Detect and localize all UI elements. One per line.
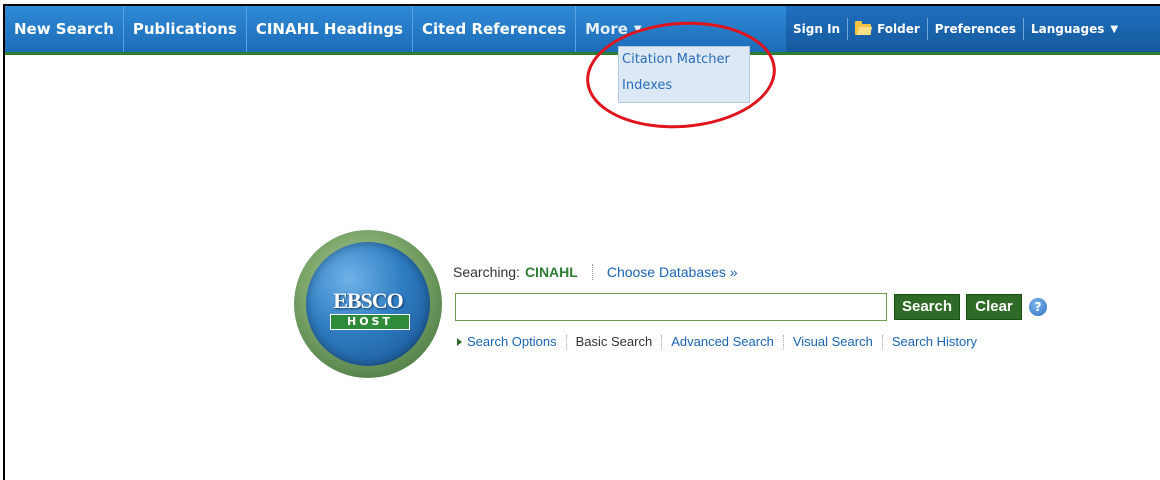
folder-icon	[855, 20, 872, 35]
user-toolbar: Sign In Folder Preferences Languages ▼	[786, 6, 1160, 52]
clear-button[interactable]: Clear	[966, 294, 1022, 320]
main-nav: New Search Publications CINAHL Headings …	[5, 6, 651, 52]
advanced-search-link[interactable]: Advanced Search	[662, 335, 784, 349]
searching-line: Searching: CINAHL Choose Databases »	[453, 264, 738, 280]
preferences-link[interactable]: Preferences	[928, 18, 1025, 40]
search-input[interactable]	[455, 293, 887, 321]
triangle-right-icon	[457, 338, 462, 346]
search-options-link[interactable]: Search Options	[457, 335, 567, 349]
folder-label: Folder	[877, 22, 920, 36]
search-history-link[interactable]: Search History	[883, 335, 986, 349]
languages-menu[interactable]: Languages ▼	[1024, 18, 1125, 40]
logo-globe: EBSCO HOST	[306, 242, 430, 366]
sign-in-link[interactable]: Sign In	[786, 18, 849, 40]
top-navigation-bar: New Search Publications CINAHL Headings …	[5, 6, 1160, 55]
chevron-down-icon: ▼	[1110, 23, 1119, 35]
languages-label: Languages	[1031, 22, 1105, 36]
nav-publications[interactable]: Publications	[124, 6, 247, 52]
ebsco-host-logo: EBSCO HOST	[294, 230, 442, 378]
current-database: CINAHL	[524, 264, 578, 280]
nav-cinahl-headings[interactable]: CINAHL Headings	[247, 6, 413, 52]
logo-ebsco-text: EBSCO	[333, 288, 404, 313]
search-options-label: Search Options	[467, 334, 557, 349]
searching-label: Searching:	[453, 264, 520, 280]
choose-databases-link[interactable]: Choose Databases »	[607, 264, 738, 280]
logo-host-text: HOST	[330, 314, 410, 330]
help-icon[interactable]: ?	[1029, 298, 1047, 316]
nav-new-search[interactable]: New Search	[5, 6, 124, 52]
visual-search-link[interactable]: Visual Search	[784, 335, 883, 349]
folder-link[interactable]: Folder	[848, 18, 928, 40]
divider	[591, 264, 593, 280]
nav-cited-references[interactable]: Cited References	[413, 6, 577, 52]
browser-frame: New Search Publications CINAHL Headings …	[3, 4, 1160, 480]
search-options-bar: Search Options Basic Search Advanced Sea…	[457, 335, 986, 349]
search-button[interactable]: Search	[894, 294, 960, 320]
basic-search-label: Basic Search	[567, 335, 663, 349]
